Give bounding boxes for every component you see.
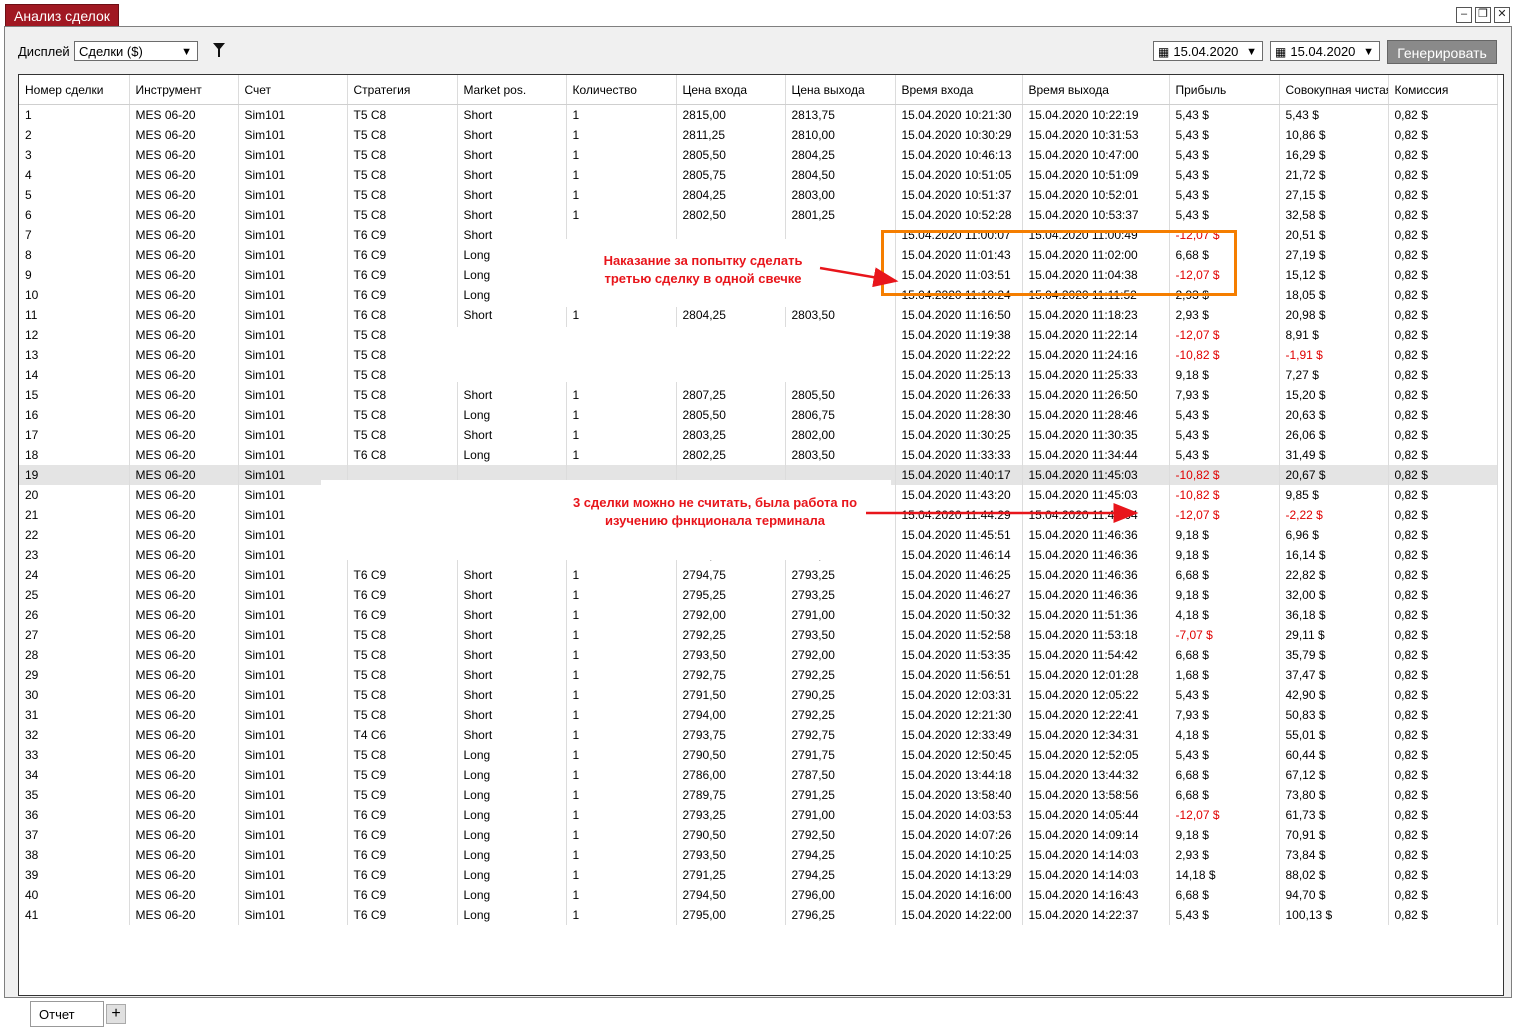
- annotation-arrows: [819, 266, 1139, 523]
- tab-report[interactable]: Отчет: [30, 1001, 104, 1027]
- penalty-arrow: [819, 266, 899, 288]
- add-tab-button[interactable]: +: [106, 1004, 126, 1024]
